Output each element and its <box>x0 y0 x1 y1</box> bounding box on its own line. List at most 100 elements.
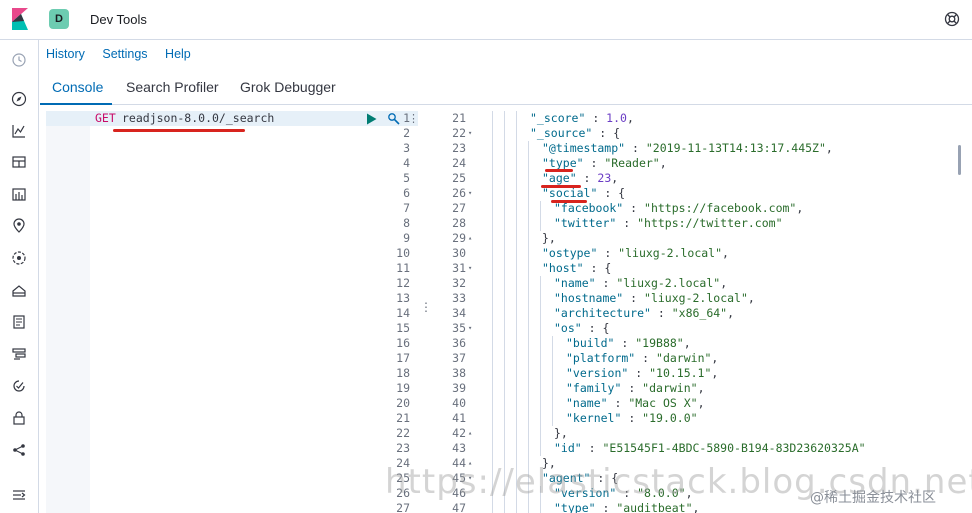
indent-guide <box>528 381 529 396</box>
siem-lock-icon[interactable] <box>11 410 27 426</box>
dashboard-icon[interactable] <box>11 154 27 170</box>
indent-guide <box>492 246 493 261</box>
indent-guide <box>528 336 529 351</box>
request-line-number: 3 <box>403 141 410 155</box>
response-line-number: 41 <box>452 411 466 425</box>
annotation-underline-request <box>113 129 245 132</box>
indent-guide <box>492 411 493 426</box>
indent-guide <box>516 366 517 381</box>
dev-tools-top-menu: History Settings Help <box>46 47 205 61</box>
infrastructure-icon[interactable] <box>11 282 27 298</box>
kibana-logo-icon[interactable] <box>10 8 30 30</box>
indent-guide <box>516 396 517 411</box>
indent-guide <box>516 306 517 321</box>
discover-compass-icon[interactable] <box>11 91 27 107</box>
space-avatar[interactable]: D <box>49 9 69 29</box>
watermark-credit: @稀土掘金技术社区 <box>810 490 936 506</box>
indent-guide <box>528 276 529 291</box>
more-options-icon[interactable]: ⋮ <box>408 111 419 126</box>
help-menu-icon[interactable] <box>944 11 960 27</box>
indent-guide <box>492 111 493 126</box>
indent-guide <box>540 396 541 411</box>
indent-guide <box>540 381 541 396</box>
indent-guide <box>516 321 517 336</box>
response-scrollbar[interactable] <box>958 145 961 175</box>
response-line-number: 35 <box>452 321 466 335</box>
response-line-number: 31 <box>452 261 466 275</box>
wrench-settings-icon[interactable] <box>387 112 400 125</box>
send-request-play-icon[interactable] <box>366 113 377 125</box>
indent-guide <box>504 276 505 291</box>
fold-toggle-icon[interactable]: ▴ <box>468 231 472 246</box>
fold-toggle-icon[interactable]: ▴ <box>468 456 472 471</box>
indent-guide <box>552 396 553 411</box>
side-navigation <box>0 40 39 513</box>
response-output[interactable]: 21 "_score" : 1.0, 22 ▾ "_source" : {23 "@tim… <box>430 111 972 513</box>
tab-grok-debugger[interactable]: Grok Debugger <box>240 79 336 95</box>
indent-guide <box>492 381 493 396</box>
request-line-number: 16 <box>396 336 410 350</box>
request-method: GET <box>95 111 116 125</box>
maps-pin-icon[interactable] <box>11 218 27 234</box>
indent-guide <box>528 291 529 306</box>
response-line: "architecture" : "x86_64", <box>554 306 735 320</box>
tab-console[interactable]: Console <box>52 79 103 95</box>
indent-guide <box>540 351 541 366</box>
indent-guide <box>528 396 529 411</box>
indent-guide <box>492 156 493 171</box>
fold-toggle-icon[interactable]: ▾ <box>468 471 472 486</box>
indent-guide <box>516 471 517 486</box>
visualize-chart-icon[interactable] <box>11 123 27 139</box>
indent-guide <box>528 411 529 426</box>
indent-guide <box>504 216 505 231</box>
request-editor[interactable]: 1 2 3 4 5 6 7 8 9 10 11 12 13 14 15 16 17 18 19 20 21 22 23 24 2… <box>46 111 419 513</box>
request-line-number: 14 <box>396 306 410 320</box>
annotation-underline-type <box>545 169 573 172</box>
response-line-number: 27 <box>452 201 466 215</box>
history-link[interactable]: History <box>46 47 85 61</box>
machine-learning-icon[interactable] <box>11 250 27 266</box>
top-header: D Dev Tools <box>0 0 972 40</box>
indent-guide <box>492 276 493 291</box>
pane-resize-handle[interactable]: ⋮ <box>420 300 432 316</box>
uptime-icon[interactable] <box>11 378 27 394</box>
indent-guide <box>528 156 529 171</box>
request-line-number: 10 <box>396 246 410 260</box>
indent-guide <box>492 471 493 486</box>
canvas-icon[interactable] <box>11 186 27 202</box>
indent-guide <box>504 231 505 246</box>
page-title: Dev Tools <box>90 12 147 27</box>
request-line-number: 25 <box>396 471 410 485</box>
help-link[interactable]: Help <box>165 47 191 61</box>
indent-guide <box>504 336 505 351</box>
indent-guide <box>516 456 517 471</box>
indent-guide <box>540 366 541 381</box>
settings-link[interactable]: Settings <box>102 47 147 61</box>
indent-guide <box>528 501 529 513</box>
fold-toggle-icon[interactable]: ▴ <box>468 426 472 441</box>
indent-guide <box>492 201 493 216</box>
request-line-number: 22 <box>396 426 410 440</box>
fold-toggle-icon[interactable]: ▾ <box>468 261 472 276</box>
response-line: "twitter" : "https://twitter.com" <box>554 216 783 230</box>
recent-clock-icon[interactable] <box>11 52 27 68</box>
response-line-number: 21 <box>452 111 466 125</box>
indent-guide <box>540 306 541 321</box>
collapse-nav-icon[interactable] <box>11 487 27 503</box>
logs-icon[interactable] <box>11 314 27 330</box>
indent-guide <box>528 246 529 261</box>
indent-guide <box>516 276 517 291</box>
indent-guide <box>504 366 505 381</box>
fold-toggle-icon[interactable]: ▾ <box>468 186 472 201</box>
request-line-number: 13 <box>396 291 410 305</box>
request-line-number: 11 <box>396 261 410 275</box>
indent-guide <box>504 381 505 396</box>
apm-icon[interactable] <box>11 346 27 362</box>
graph-icon[interactable] <box>11 442 27 458</box>
fold-toggle-icon[interactable]: ▾ <box>468 126 472 141</box>
tab-search-profiler[interactable]: Search Profiler <box>126 79 219 95</box>
response-line-number: 30 <box>452 246 466 260</box>
indent-guide <box>540 441 541 456</box>
indent-guide <box>516 291 517 306</box>
fold-toggle-icon[interactable]: ▾ <box>468 321 472 336</box>
